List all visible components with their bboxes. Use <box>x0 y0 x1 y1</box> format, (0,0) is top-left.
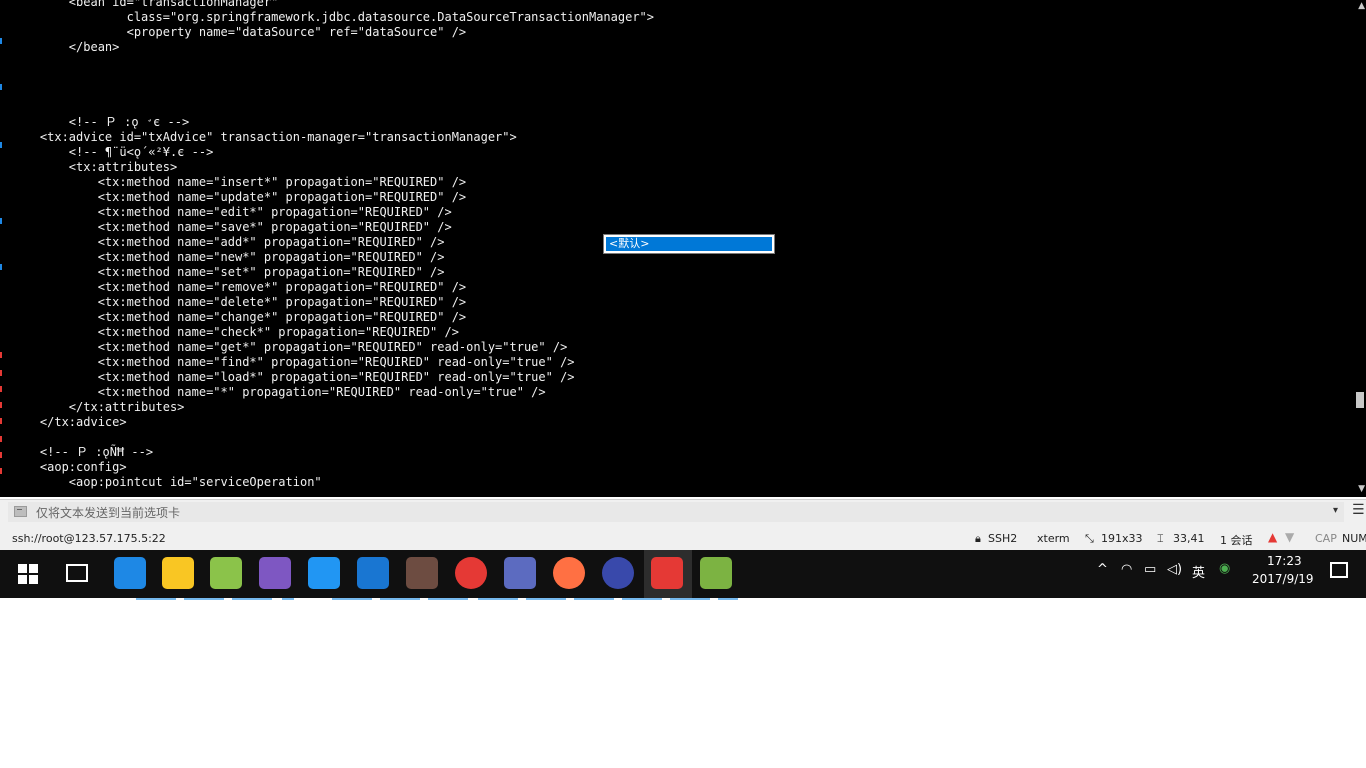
gutter-mark <box>0 352 2 358</box>
gutter-mark <box>0 218 2 224</box>
running-indicator <box>184 598 224 600</box>
eclipse-icon[interactable] <box>602 557 634 589</box>
terminal-type-label: xterm <box>1037 532 1070 545</box>
film-app-icon[interactable] <box>406 557 438 589</box>
gutter-mark <box>0 418 2 424</box>
battery-icon[interactable]: ▭ <box>1144 562 1156 577</box>
file-explorer-icon[interactable] <box>162 557 194 589</box>
task-view-icon[interactable] <box>66 564 88 582</box>
gutter-mark <box>0 38 2 44</box>
running-indicator <box>380 598 420 600</box>
gutter-mark <box>0 142 2 148</box>
upload-arrow-icon: ▲ <box>1268 530 1278 544</box>
gutter-mark <box>0 84 2 90</box>
terminal-text[interactable]: <bean id="transactionManager" class="org… <box>11 0 654 490</box>
running-indicator <box>526 598 566 600</box>
download-arrow-icon: ▼ <box>1285 530 1295 544</box>
connection-address: ssh://root@123.57.175.5:22 <box>12 532 166 545</box>
ime-candidate-item[interactable]: <默认> <box>606 237 772 251</box>
ime-language-indicator[interactable]: 英 <box>1192 562 1205 581</box>
terminal-size-label: 191x33 <box>1101 532 1143 545</box>
compose-bar[interactable]: 仅将文本发送到当前选项卡 ▾ ☰ <box>0 499 1366 524</box>
running-indicator <box>718 598 738 600</box>
tray-overflow-chevron-icon[interactable]: ^ <box>1097 562 1108 577</box>
terminal-scrollbar[interactable]: ▲ ▼ <box>1354 0 1366 497</box>
compose-input[interactable]: 仅将文本发送到当前选项卡 ▾ <box>8 502 1344 522</box>
caps-lock-indicator: CAP <box>1315 532 1337 545</box>
running-indicator <box>232 598 272 600</box>
cursor-icon: ⌶ <box>1157 532 1164 545</box>
ime-tray-icon[interactable]: ◉ <box>1219 561 1230 576</box>
terminal-window[interactable]: <bean id="transactionManager" class="org… <box>0 0 1366 497</box>
paint-icon[interactable] <box>259 557 291 589</box>
edge-browser-icon[interactable] <box>114 557 146 589</box>
baidu-netdisk-icon[interactable] <box>308 557 340 589</box>
running-indicator <box>282 598 294 600</box>
running-indicator <box>478 598 518 600</box>
scroll-thumb[interactable] <box>1356 392 1364 408</box>
gutter-mark <box>0 402 2 408</box>
running-indicator <box>622 598 662 600</box>
running-indicator <box>670 598 710 600</box>
gutter-mark <box>0 468 2 474</box>
resize-icon: ⤡ <box>1085 532 1094 545</box>
volume-icon[interactable]: ◁) <box>1167 562 1182 577</box>
lock-icon: 🔒︎ <box>975 532 981 545</box>
shark-app-icon[interactable] <box>504 557 536 589</box>
clock-time[interactable]: 17:23 <box>1267 554 1302 568</box>
hamburger-menu-icon[interactable]: ☰ <box>1352 502 1365 518</box>
gutter-mark <box>0 386 2 392</box>
running-indicator <box>332 598 372 600</box>
running-indicator <box>574 598 614 600</box>
gutter-mark <box>0 452 2 458</box>
gutter-mark <box>0 370 2 376</box>
windows-start-icon[interactable] <box>18 564 38 584</box>
wifi-icon[interactable]: ◠ <box>1121 562 1132 577</box>
taskbar-shadow-strip <box>0 598 1366 602</box>
xftp-icon[interactable] <box>700 557 732 589</box>
scroll-up-icon[interactable]: ▲ <box>1358 1 1365 11</box>
compose-placeholder: 仅将文本发送到当前选项卡 <box>36 506 181 520</box>
gutter-mark <box>0 264 2 270</box>
chrome-browser-icon[interactable] <box>455 557 487 589</box>
gutter-mark <box>0 436 2 442</box>
session-count-label: 1 会话 <box>1220 534 1253 547</box>
scroll-down-icon[interactable]: ▼ <box>1358 484 1365 494</box>
terminal-icon <box>14 506 27 517</box>
taskbar: ^ ◠ ▭ ◁) 英 ◉ 17:23 2017/9/19 <box>0 550 1366 598</box>
clock-date[interactable]: 2017/9/19 <box>1252 572 1314 586</box>
running-indicator <box>428 598 468 600</box>
running-indicator <box>136 598 176 600</box>
cursor-position-label: 33,41 <box>1173 532 1205 545</box>
protocol-label: SSH2 <box>988 532 1018 545</box>
ime-candidate-window[interactable]: <默认> <box>603 234 775 254</box>
status-bar: ssh://root@123.57.175.5:22 🔒︎ SSH2 xterm… <box>0 524 1366 550</box>
chevron-down-icon[interactable]: ▾ <box>1333 505 1338 516</box>
ie-browser-icon[interactable] <box>357 557 389 589</box>
notification-icon[interactable] <box>1330 562 1348 578</box>
notepad-plus-icon[interactable] <box>210 557 242 589</box>
left-gutter <box>0 0 3 497</box>
firefox-browser-icon[interactable] <box>553 557 585 589</box>
num-lock-indicator: NUM <box>1342 532 1366 545</box>
xshell-icon[interactable] <box>651 557 683 589</box>
